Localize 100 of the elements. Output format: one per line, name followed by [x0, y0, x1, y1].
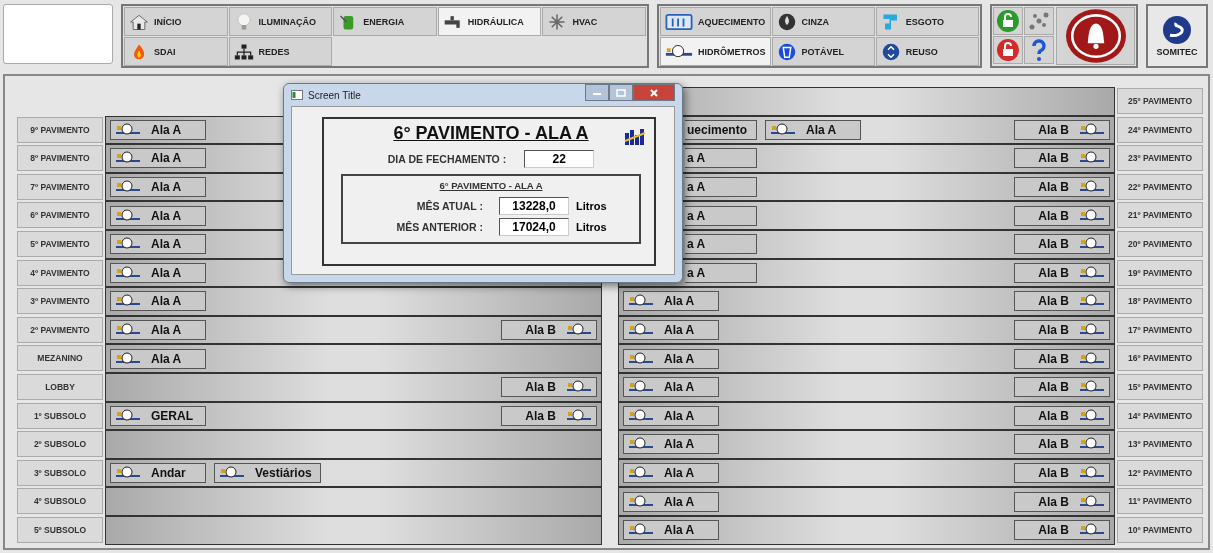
meter-button[interactable]: Ala B [1014, 463, 1110, 483]
meter-button[interactable]: Ala A [623, 405, 719, 426]
nav-button[interactable]: SDAI [124, 37, 228, 66]
floor-button[interactable]: 19º PAVIMENTO [1117, 259, 1203, 286]
floor-button[interactable]: 1º SUBSOLO [17, 402, 103, 429]
meter-button[interactable]: a A [685, 262, 757, 283]
nav-button[interactable]: POTÁVEL [771, 37, 875, 66]
floor-button[interactable]: 24º PAVIMENTO [1117, 116, 1203, 143]
meter-button[interactable]: Ala A [623, 320, 719, 341]
meter-button[interactable]: a A [685, 177, 757, 198]
meter-button[interactable]: a A [685, 205, 757, 226]
water-meter-icon [628, 380, 654, 395]
floor-button[interactable]: 18º PAVIMENTO [1117, 288, 1203, 315]
floor-button[interactable]: 11º PAVIMENTO [1117, 488, 1203, 515]
floor-button[interactable]: 3º SUBSOLO [17, 459, 103, 486]
network-button[interactable] [1024, 7, 1054, 35]
floor-button[interactable]: 5º PAVIMENTO [17, 230, 103, 257]
meter-button[interactable]: Ala B [1014, 491, 1110, 512]
meter-button[interactable]: Ala B [1014, 348, 1110, 369]
floor-button[interactable]: 4º PAVIMENTO [17, 259, 103, 286]
floor-button[interactable]: 23º PAVIMENTO [1117, 145, 1203, 172]
meter-button[interactable]: Ala A [623, 377, 719, 398]
minimize-button[interactable] [585, 84, 609, 101]
floor-button[interactable]: 9º PAVIMENTO [17, 116, 103, 143]
meter-button[interactable]: Ala A [623, 348, 719, 369]
meter-button[interactable]: Ala B [1014, 234, 1110, 255]
meter-button[interactable]: Ala A [110, 205, 206, 226]
close-button[interactable] [633, 84, 675, 101]
meter-button[interactable]: Ala A [110, 348, 206, 369]
alarm-button[interactable] [1056, 7, 1135, 65]
floor-button[interactable]: MEZANINO [17, 345, 103, 372]
meter-button[interactable]: GERAL [110, 405, 206, 426]
nav-button[interactable]: HIDRÔMETROS [660, 37, 771, 66]
meter-button[interactable]: Ala B [1014, 205, 1110, 226]
floor-button[interactable]: 5º SUBSOLO [17, 516, 103, 543]
floor-button[interactable]: 14º PAVIMENTO [1117, 402, 1203, 429]
floor-button[interactable]: LOBBY [17, 373, 103, 400]
chart-button[interactable] [624, 127, 646, 145]
meter-button[interactable]: Ala B [1014, 320, 1110, 341]
help-button[interactable] [1024, 36, 1054, 64]
floor-button[interactable]: 22º PAVIMENTO [1117, 173, 1203, 200]
meter-button[interactable]: Ala A [623, 291, 719, 312]
meter-button[interactable]: Ala B [1014, 377, 1110, 398]
nav-button[interactable]: INÍCIO [124, 7, 228, 36]
floor-button[interactable]: 16º PAVIMENTO [1117, 345, 1203, 372]
floor-button[interactable]: 13º PAVIMENTO [1117, 431, 1203, 458]
meter-button[interactable]: Ala B [1014, 177, 1110, 198]
meter-button[interactable]: Vestiários [214, 463, 321, 483]
floor-button[interactable]: 4º SUBSOLO [17, 488, 103, 515]
floor-button[interactable]: 3º PAVIMENTO [17, 288, 103, 315]
floor-button[interactable]: 10º PAVIMENTO [1117, 516, 1203, 543]
meter-button[interactable]: Ala A [623, 434, 719, 455]
meter-button[interactable]: Ala A [765, 119, 861, 140]
meter-button[interactable]: Ala A [110, 177, 206, 198]
meter-button[interactable]: Ala A [623, 463, 719, 483]
floor-button[interactable]: 17º PAVIMENTO [1117, 316, 1203, 343]
meter-button[interactable]: Ala B [1014, 405, 1110, 426]
meter-button[interactable]: Ala A [110, 320, 206, 341]
nav-button[interactable]: CINZA [771, 7, 875, 36]
meter-button[interactable]: Ala B [1014, 148, 1110, 169]
meter-button[interactable]: Ala B [1014, 434, 1110, 455]
meter-button[interactable]: a A [685, 148, 757, 169]
meter-button[interactable]: Ala A [623, 491, 719, 512]
nav-button[interactable]: ESGOTO [875, 7, 979, 36]
meter-button[interactable]: a A [685, 234, 757, 255]
floor-button[interactable]: 6º PAVIMENTO [17, 202, 103, 229]
nav-button[interactable]: HIDRÁULICA [437, 7, 542, 36]
nav-button[interactable]: REUSO [875, 37, 979, 66]
floor-button[interactable]: 2º PAVIMENTO [17, 316, 103, 343]
meter-button[interactable]: Ala B [1014, 291, 1110, 312]
meter-button[interactable]: Ala B [501, 405, 597, 426]
floor-button[interactable]: 15º PAVIMENTO [1117, 373, 1203, 400]
meter-button[interactable]: Ala B [501, 320, 597, 341]
meter-button[interactable]: Ala A [110, 119, 206, 140]
floor-button[interactable]: 2º SUBSOLO [17, 431, 103, 458]
floor-button[interactable]: 7º PAVIMENTO [17, 173, 103, 200]
floor-button[interactable]: 8º PAVIMENTO [17, 145, 103, 172]
nav-button[interactable]: REDES [228, 37, 333, 66]
nav-button[interactable]: ILUMINAÇÃO [228, 7, 333, 36]
meter-button[interactable]: Ala B [1014, 119, 1110, 140]
floor-button[interactable]: 12º PAVIMENTO [1117, 459, 1203, 486]
unlock-button[interactable] [993, 7, 1023, 35]
maximize-button[interactable] [609, 84, 633, 101]
meter-button[interactable]: Ala B [501, 377, 597, 398]
meter-button[interactable]: uecimento [685, 119, 757, 140]
meter-button[interactable]: Ala B [1014, 520, 1110, 541]
nav-button[interactable]: ENERGIA [333, 7, 437, 36]
meter-button[interactable]: Ala A [110, 234, 206, 255]
floor-button[interactable]: 25º PAVIMENTO [1117, 88, 1203, 114]
meter-button[interactable]: Ala A [110, 148, 206, 169]
floor-button[interactable]: 21º PAVIMENTO [1117, 202, 1203, 229]
meter-button[interactable]: Ala A [110, 262, 206, 283]
meter-button[interactable]: Ala A [623, 520, 719, 541]
meter-button[interactable]: Ala B [1014, 262, 1110, 283]
floor-button[interactable]: 20º PAVIMENTO [1117, 230, 1203, 257]
meter-button[interactable]: Ala A [110, 291, 206, 312]
meter-button[interactable]: Andar [110, 463, 206, 483]
nav-button[interactable]: AQUECIMENTO [660, 7, 771, 36]
lock-button[interactable] [993, 36, 1023, 64]
nav-button[interactable]: HVAC [542, 7, 646, 36]
